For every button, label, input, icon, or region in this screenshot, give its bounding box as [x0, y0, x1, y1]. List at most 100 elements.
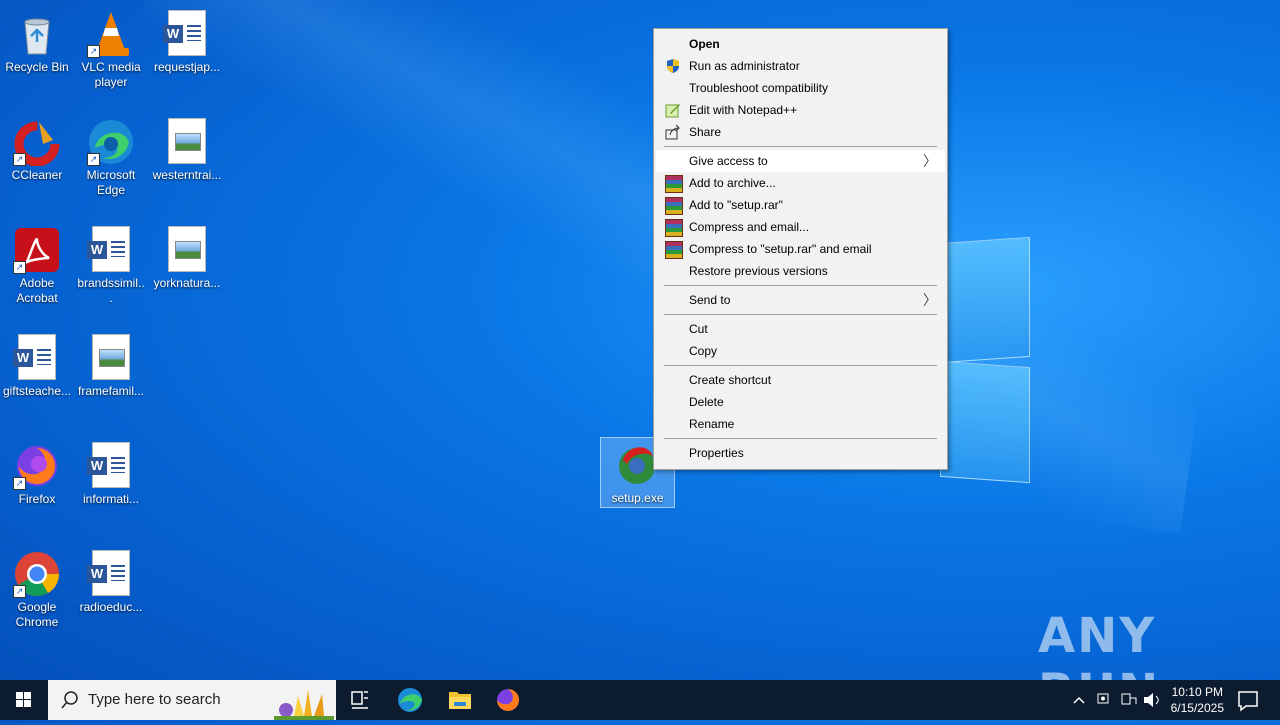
menu-item-share[interactable]: Share — [656, 121, 945, 143]
vlc-icon: ↗ — [87, 10, 135, 58]
winrar-icon — [665, 197, 683, 215]
action-center-button[interactable] — [1224, 680, 1272, 720]
taskbar: Type here to search 10:10 PM 6/15/2025 — [0, 680, 1280, 720]
chevron-up-icon — [1073, 696, 1085, 704]
desktop-icon-microsoft-edge[interactable]: ↗ Microsoft Edge — [74, 112, 148, 198]
word-doc-icon: W — [87, 226, 135, 274]
desktop-icon-giftsteache[interactable]: W giftsteache... — [0, 328, 74, 399]
desktop-icon-google-chrome[interactable]: ↗ Google Chrome — [0, 544, 74, 630]
desktop-icon-label: VLC media player — [81, 60, 141, 89]
menu-separator — [664, 438, 937, 439]
clock-time: 10:10 PM — [1171, 685, 1223, 699]
desktop-icon-label: Recycle Bin — [5, 60, 69, 74]
desktop-icon-label: requestjap... — [153, 60, 221, 74]
desktop-icon-adobe-acrobat[interactable]: ↗ Adobe Acrobat — [0, 220, 74, 306]
menu-separator — [664, 285, 937, 286]
desktop-icon-label: framefamil... — [77, 384, 144, 398]
taskbar-file-explorer-button[interactable] — [436, 680, 484, 720]
desktop-icon-label: westerntrai... — [152, 168, 222, 182]
winrar-icon — [665, 175, 683, 193]
desktop-icon-firefox[interactable]: ↗ Firefox — [0, 436, 74, 507]
ccleaner-icon: ↗ — [13, 118, 61, 167]
chevron-right-icon: 〉 — [923, 292, 937, 308]
firefox-icon: ↗ — [13, 442, 61, 490]
menu-item-add-to-setup-rar[interactable]: Add to "setup.rar" — [656, 194, 945, 216]
desktop-icon-label: Firefox — [18, 492, 56, 506]
taskbar-clock[interactable]: 10:10 PM 6/15/2025 — [1171, 684, 1224, 716]
desktop-icon-label: Google Chrome — [15, 600, 59, 629]
desktop-icon-requestjap[interactable]: W requestjap... — [150, 4, 224, 75]
search-highlight-illustration-icon — [274, 690, 334, 720]
desktop-icon-radioeduc[interactable]: W radioeduc... — [74, 544, 148, 615]
menu-item-rename[interactable]: Rename — [656, 413, 945, 435]
clock-date: 6/15/2025 — [1170, 701, 1224, 715]
desktop-icon-brandssimil[interactable]: W brandssimil... — [74, 220, 148, 306]
menu-item-compress-and-email[interactable]: Compress and email... — [656, 216, 945, 238]
context-menu: Open Run as administrator Troubleshoot c… — [653, 28, 948, 470]
word-doc-icon: W — [87, 442, 135, 490]
menu-item-delete[interactable]: Delete — [656, 391, 945, 413]
menu-item-edit-with-notepadpp[interactable]: Edit with Notepad++ — [656, 99, 945, 121]
image-file-icon — [87, 334, 135, 382]
edge-icon — [398, 688, 422, 712]
notepadpp-icon — [665, 102, 681, 118]
task-view-icon — [351, 691, 368, 709]
menu-item-open[interactable]: Open — [656, 33, 945, 55]
share-icon — [665, 124, 681, 140]
desktop-icon-label: Microsoft Edge — [86, 168, 136, 197]
menu-separator — [664, 314, 937, 315]
wallpaper-windows-logo — [940, 236, 1030, 484]
menu-item-troubleshoot-compatibility[interactable]: Troubleshoot compatibility — [656, 77, 945, 99]
desktop-icon-framefamil[interactable]: framefamil... — [74, 328, 148, 399]
desktop-icon-label: yorknatura... — [153, 276, 221, 290]
menu-item-cut[interactable]: Cut — [656, 318, 945, 340]
menu-item-give-access-to[interactable]: Give access to 〉 — [656, 150, 945, 172]
desktop-icon-label: brandssimil... — [77, 276, 145, 305]
volume-icon — [1144, 693, 1153, 707]
image-file-icon — [163, 226, 211, 274]
acrobat-icon: ↗ — [13, 226, 61, 274]
word-doc-icon: W — [13, 334, 61, 382]
menu-item-restore-previous-versions[interactable]: Restore previous versions — [656, 260, 945, 282]
desktop-icon-westerntrai[interactable]: westerntrai... — [150, 112, 224, 183]
word-doc-icon: W — [163, 10, 211, 58]
image-file-icon — [163, 118, 211, 166]
menu-item-add-to-archive[interactable]: Add to archive... — [656, 172, 945, 194]
system-tray — [1066, 680, 1166, 720]
notification-icon — [1238, 691, 1258, 712]
uac-shield-icon — [665, 58, 681, 74]
menu-item-run-as-administrator[interactable]: Run as administrator — [656, 55, 945, 77]
desktop-icon-label: radioeduc... — [79, 600, 143, 614]
taskbar-edge-button[interactable] — [386, 680, 434, 720]
network-icon — [1121, 693, 1131, 705]
winrar-icon — [665, 241, 683, 259]
desktop-icon-label: giftsteache... — [2, 384, 72, 398]
desktop-icon-label: informati... — [82, 492, 139, 506]
search-icon — [61, 691, 78, 709]
desktop-icon-ccleaner[interactable]: ↗ CCleaner — [0, 112, 74, 183]
start-button[interactable] — [0, 680, 48, 720]
desktop-icon-label: Adobe Acrobat — [16, 276, 58, 305]
desktop-icon-vlc[interactable]: ↗ VLC media player — [74, 4, 148, 90]
winrar-icon — [665, 219, 683, 237]
edge-icon: ↗ — [87, 118, 135, 166]
menu-item-create-shortcut[interactable]: Create shortcut — [656, 369, 945, 391]
menu-item-copy[interactable]: Copy — [656, 340, 945, 362]
desktop-icon-informati[interactable]: W informati... — [74, 436, 148, 507]
word-doc-icon: W — [87, 550, 135, 598]
desktop-icon-recycle-bin[interactable]: Recycle Bin — [0, 4, 74, 75]
file-explorer-icon — [449, 692, 471, 709]
taskbar-search-box[interactable]: Type here to search — [48, 680, 336, 720]
menu-item-send-to[interactable]: Send to 〉 — [656, 289, 945, 311]
menu-item-properties[interactable]: Properties — [656, 442, 945, 464]
firefox-icon — [497, 689, 519, 711]
windows-logo-icon — [16, 692, 31, 707]
menu-item-compress-to-setup-rar-and-email[interactable]: Compress to "setup.rar" and email — [656, 238, 945, 260]
chrome-icon: ↗ — [13, 550, 61, 598]
task-view-button[interactable] — [336, 680, 384, 720]
chevron-right-icon: 〉 — [923, 153, 937, 169]
desktop-icon-yorknatura[interactable]: yorknatura... — [150, 220, 224, 291]
desktop-icon-label: CCleaner — [11, 168, 63, 182]
taskbar-firefox-button[interactable] — [484, 680, 532, 720]
recycle-bin-icon — [13, 10, 61, 58]
